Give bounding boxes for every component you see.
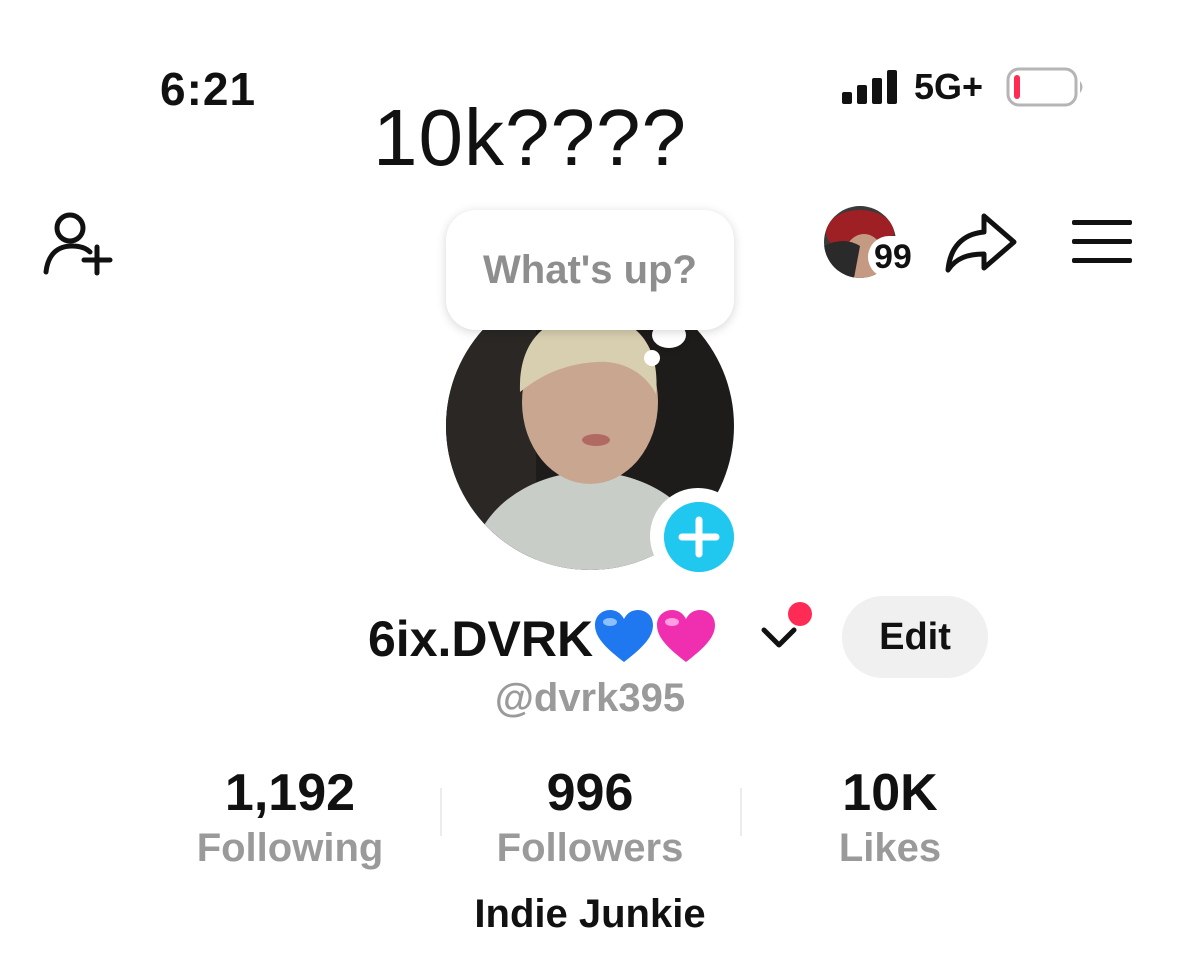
bubble-tail-dot	[644, 350, 660, 366]
stat-followers[interactable]: 996 Followers	[470, 762, 710, 872]
status-bubble[interactable]: What's up?	[446, 210, 734, 330]
edit-profile-button[interactable]: Edit	[842, 596, 988, 678]
username-handle: @dvrk395	[494, 676, 686, 720]
plus-icon[interactable]	[664, 502, 734, 572]
overlay-caption: 10k????	[373, 93, 687, 182]
profile-bio: Indie Junkie	[474, 892, 706, 936]
stat-label: Following	[196, 826, 384, 870]
notification-dot	[788, 602, 812, 626]
display-name-row[interactable]: 6ix.DVRK	[368, 608, 717, 669]
stat-value: 10K	[842, 764, 938, 822]
blue-heart-icon	[595, 610, 654, 662]
pink-heart-icon	[657, 610, 716, 662]
inbox-count-badge: 99	[868, 236, 918, 278]
stat-divider	[440, 788, 442, 836]
stat-value: 1,192	[224, 764, 356, 822]
stat-likes[interactable]: 10K Likes	[770, 762, 1010, 872]
stat-label: Likes	[838, 826, 942, 870]
stat-divider	[740, 788, 742, 836]
person-add-icon[interactable]	[40, 206, 120, 280]
chevron-down-icon[interactable]	[760, 622, 798, 652]
stat-following[interactable]: 1,192 Following	[170, 762, 410, 872]
stat-value: 996	[546, 764, 634, 822]
share-arrow-icon[interactable]	[944, 210, 1018, 276]
hamburger-menu-icon[interactable]	[1070, 218, 1134, 266]
display-name: 6ix.DVRK	[368, 611, 594, 667]
stat-label: Followers	[496, 826, 684, 870]
